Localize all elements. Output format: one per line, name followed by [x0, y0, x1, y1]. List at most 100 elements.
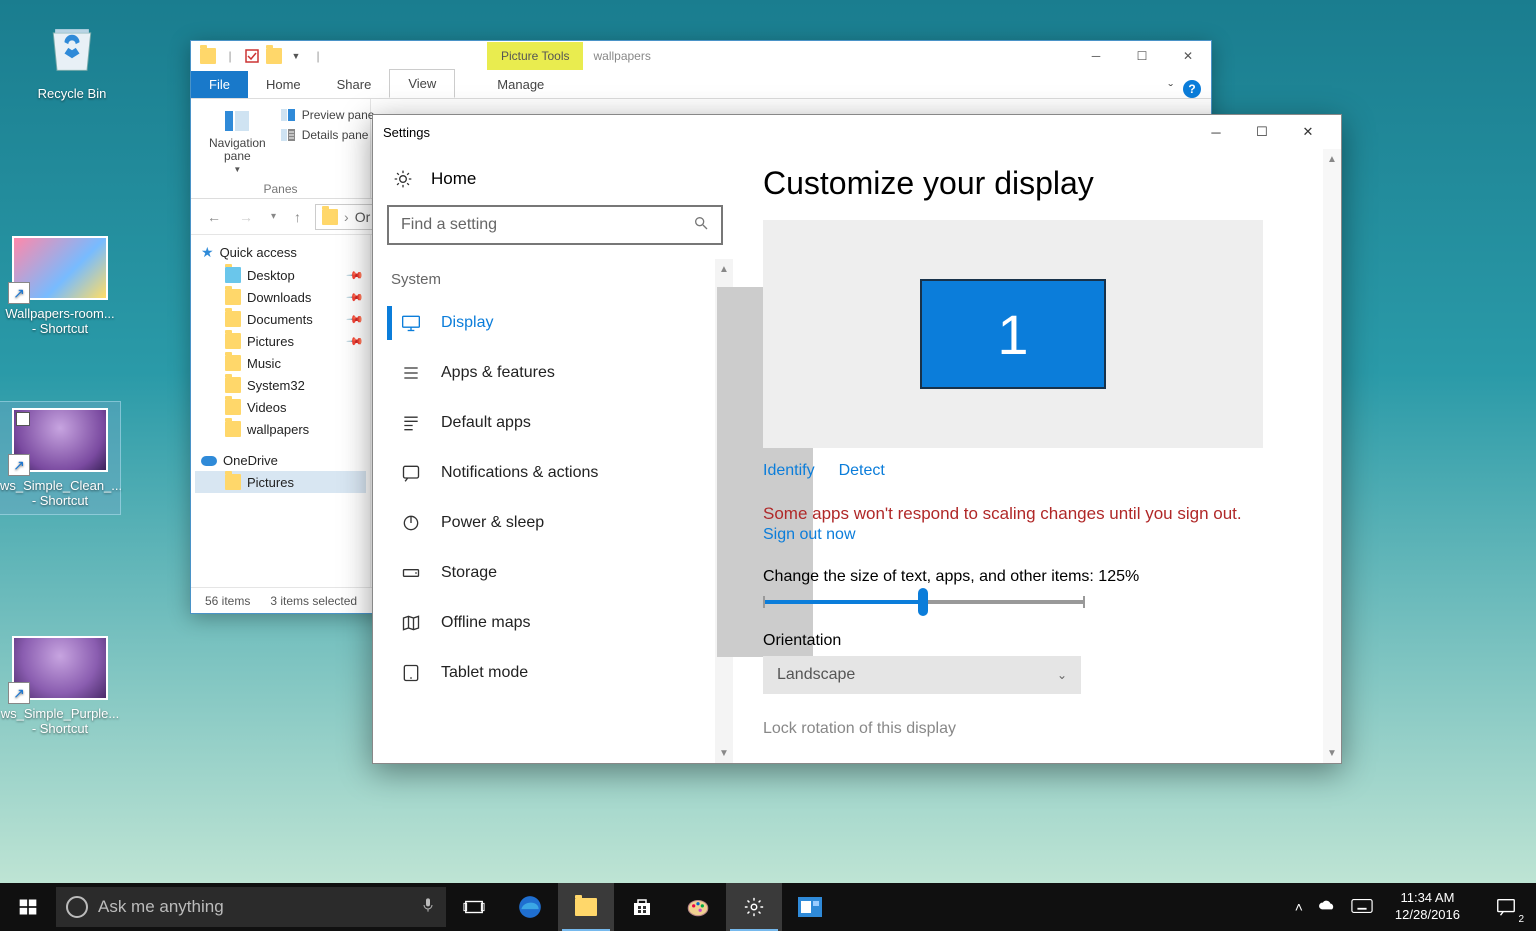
scroll-down-icon[interactable]: ▼ — [715, 743, 733, 763]
maximize-button[interactable]: ☐ — [1119, 42, 1165, 70]
details-pane-button[interactable]: Details pane — [278, 125, 377, 145]
taskbar-store[interactable] — [614, 883, 670, 931]
scroll-down-icon[interactable]: ▼ — [1323, 743, 1341, 763]
onedrive-tray-icon[interactable] — [1317, 899, 1337, 916]
close-button[interactable]: ✕ — [1165, 42, 1211, 70]
history-dropdown[interactable]: ▾ — [267, 211, 280, 222]
settings-search[interactable]: Find a setting — [387, 205, 723, 245]
selection-checkbox[interactable] — [16, 412, 30, 426]
new-folder-icon[interactable] — [265, 47, 283, 65]
apps-icon — [401, 363, 421, 383]
monitor-1[interactable]: 1 — [920, 279, 1106, 389]
home-label: Home — [431, 169, 476, 189]
up-button[interactable]: ↑ — [290, 209, 305, 225]
tree-documents[interactable]: Documents📌 — [195, 308, 366, 330]
shortcut-wallpapers-room[interactable]: ↗ Wallpapers-room... - Shortcut — [0, 236, 120, 336]
sidebar-item-apps[interactable]: Apps & features — [387, 348, 719, 398]
orientation-dropdown[interactable]: Landscape ⌄ — [763, 656, 1081, 694]
start-button[interactable] — [0, 883, 56, 931]
sidebar-item-notifications[interactable]: Notifications & actions — [387, 448, 719, 498]
sidebar-item-display[interactable]: Display — [387, 298, 719, 348]
pin-icon: 📌 — [346, 288, 365, 307]
shortcut-label-line2: - Shortcut — [0, 493, 120, 508]
tree-videos[interactable]: Videos — [195, 396, 366, 418]
app-icon — [798, 897, 822, 917]
microphone-icon[interactable] — [420, 895, 436, 920]
display-preview[interactable]: 1 — [763, 220, 1263, 448]
preview-pane-button[interactable]: Preview pane — [278, 105, 377, 125]
slider-handle[interactable] — [918, 588, 928, 616]
taskbar-paint[interactable] — [670, 883, 726, 931]
taskbar-settings[interactable] — [726, 883, 782, 931]
tree-desktop[interactable]: Desktop📌 — [195, 264, 366, 286]
explorer-titlebar[interactable]: | ▼ | Picture Tools wallpapers ─ ☐ ✕ — [191, 41, 1211, 71]
tab-share[interactable]: Share — [319, 71, 390, 98]
main-scrollbar[interactable]: ▲ ▼ — [1323, 149, 1341, 763]
cortana-search[interactable]: Ask me anything — [56, 887, 446, 927]
tab-view[interactable]: View — [389, 69, 455, 98]
taskbar-explorer[interactable] — [558, 883, 614, 931]
help-icon[interactable]: ? — [1183, 80, 1201, 98]
tree-quick-access[interactable]: ★Quick access — [195, 241, 366, 264]
shortcut-label-line2: - Shortcut — [0, 721, 120, 736]
breadcrumb-segment[interactable]: Or — [355, 209, 371, 225]
detect-link[interactable]: Detect — [839, 462, 885, 480]
windows-icon — [18, 897, 38, 917]
properties-icon[interactable] — [243, 47, 261, 65]
recycle-bin[interactable]: Recycle Bin — [12, 10, 132, 101]
display-icon — [401, 313, 421, 333]
tree-music[interactable]: Music — [195, 352, 366, 374]
tree-wallpapers[interactable]: wallpapers — [195, 418, 366, 440]
close-button[interactable]: ✕ — [1285, 117, 1331, 147]
tree-onedrive-pictures[interactable]: Pictures — [195, 471, 366, 493]
scale-slider[interactable] — [763, 600, 1083, 604]
pin-icon: 📌 — [346, 266, 365, 285]
settings-main: Customize your display 1 Identify Detect… — [733, 149, 1341, 763]
maximize-button[interactable]: ☐ — [1239, 117, 1285, 147]
back-button[interactable]: ← — [203, 209, 225, 225]
collapse-ribbon-icon[interactable]: ˇ — [1168, 81, 1173, 97]
tree-pictures[interactable]: Pictures📌 — [195, 330, 366, 352]
home-button[interactable]: Home — [387, 159, 719, 205]
tab-home[interactable]: Home — [248, 71, 319, 98]
tab-file[interactable]: File — [191, 71, 248, 98]
navigation-pane-button[interactable]: Navigation pane ▼ — [203, 105, 272, 176]
folder-icon — [575, 898, 597, 916]
tree-system32[interactable]: System32 — [195, 374, 366, 396]
settings-titlebar[interactable]: Settings ─ ☐ ✕ — [373, 115, 1341, 149]
action-center-button[interactable]: 2 — [1482, 883, 1530, 931]
picture-tools-tab[interactable]: Picture Tools — [487, 42, 583, 70]
folder-icon — [225, 311, 241, 327]
shortcut-simple-purple[interactable]: ↗ ws_Simple_Purple... - Shortcut — [0, 636, 120, 736]
minimize-button[interactable]: ─ — [1073, 42, 1119, 70]
scroll-up-icon[interactable]: ▲ — [1323, 149, 1341, 169]
minimize-button[interactable]: ─ — [1193, 117, 1239, 147]
shortcut-label-line1: ws_Simple_Purple... — [0, 706, 120, 721]
identify-link[interactable]: Identify — [763, 462, 815, 480]
sidebar-item-default-apps[interactable]: Default apps — [387, 398, 719, 448]
taskbar-app[interactable] — [782, 883, 838, 931]
qat-separator: | — [309, 47, 327, 65]
qat-dropdown-icon[interactable]: ▼ — [287, 47, 305, 65]
taskbar-clock[interactable]: 11:34 AM 12/28/2016 — [1387, 890, 1468, 924]
sidebar-item-tablet[interactable]: Tablet mode — [387, 648, 719, 698]
scroll-up-icon[interactable]: ▲ — [715, 259, 733, 279]
sidebar-item-storage[interactable]: Storage — [387, 548, 719, 598]
paint-icon — [685, 894, 711, 920]
tree-onedrive[interactable]: OneDrive — [195, 450, 366, 471]
keyboard-tray-icon[interactable] — [1351, 898, 1373, 917]
forward-button[interactable]: → — [235, 209, 257, 225]
notification-count: 2 — [1518, 914, 1524, 925]
page-heading: Customize your display — [763, 165, 1311, 202]
sign-out-link[interactable]: Sign out now — [763, 526, 856, 544]
tray-overflow-icon[interactable]: ˄ — [1295, 899, 1303, 915]
taskbar-edge[interactable] — [502, 883, 558, 931]
sidebar-item-power[interactable]: Power & sleep — [387, 498, 719, 548]
sidebar-item-offline-maps[interactable]: Offline maps — [387, 598, 719, 648]
shortcut-simple-clean[interactable]: ↗ ws_Simple_Clean_... - Shortcut — [0, 402, 120, 514]
scale-label: Change the size of text, apps, and other… — [763, 568, 1311, 586]
sidebar-scrollbar[interactable]: ▲ ▼ — [715, 259, 733, 763]
tree-downloads[interactable]: Downloads📌 — [195, 286, 366, 308]
task-view-button[interactable] — [446, 883, 502, 931]
tab-manage[interactable]: Manage — [479, 71, 562, 98]
